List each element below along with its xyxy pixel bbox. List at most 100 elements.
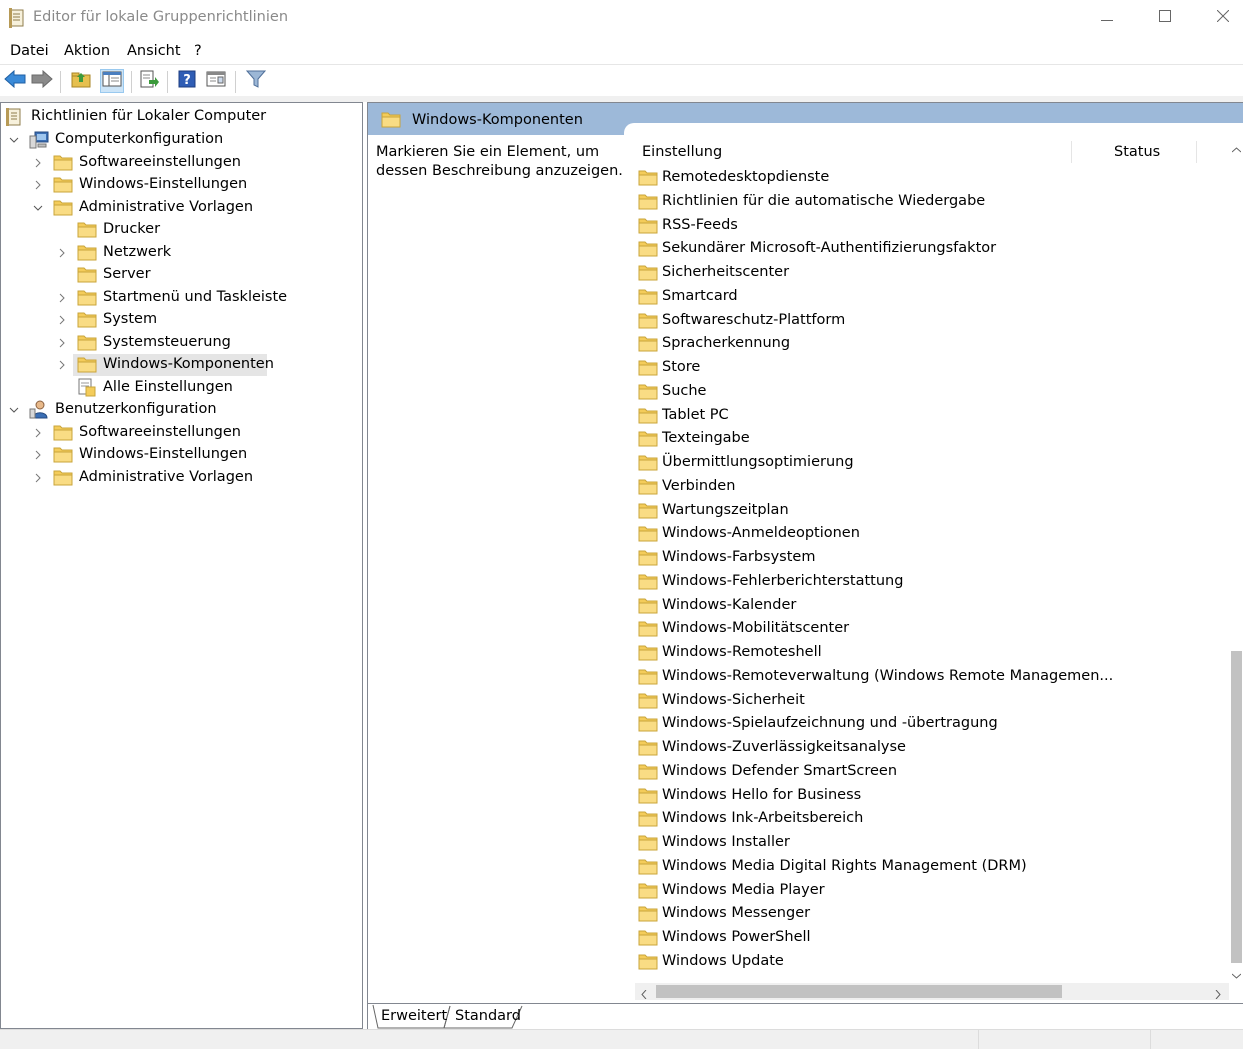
chevron-right-icon[interactable] — [57, 315, 67, 325]
tree-item-drucker[interactable]: Drucker — [5, 219, 355, 241]
scroll-right-icon[interactable] — [1215, 987, 1221, 1003]
scroll-down-icon[interactable] — [1231, 967, 1242, 983]
help-button[interactable]: ? — [175, 69, 199, 93]
tree-item-systemsteuerung[interactable]: Systemsteuerung — [5, 332, 355, 354]
menu-aktion[interactable]: Aktion — [64, 43, 110, 59]
chevron-right-icon[interactable] — [57, 248, 67, 258]
menu-ansicht[interactable]: Ansicht — [127, 43, 181, 59]
folder-icon — [638, 383, 658, 404]
tree-item-computerkonfiguration[interactable]: Computerkonfiguration — [5, 129, 355, 151]
filter-button[interactable] — [244, 69, 268, 93]
list-item-label: Richtlinien für die automatische Wiederg… — [662, 193, 986, 209]
tree-item-user-softwareeinstellungen[interactable]: Softwareeinstellungen — [5, 422, 355, 444]
close-button[interactable] — [1194, 0, 1243, 36]
folder-icon — [638, 288, 658, 309]
chevron-right-icon[interactable] — [57, 360, 67, 370]
folder-icon — [638, 810, 658, 831]
tree-root[interactable]: Richtlinien für Lokaler Computer — [5, 106, 355, 128]
list-item-label: Windows Update — [662, 953, 784, 969]
folder-icon — [638, 905, 658, 926]
tree-item-comp-softwareeinstellungen[interactable]: Softwareeinstellungen — [5, 152, 355, 174]
column-header: Einstellung Status — [636, 139, 1230, 165]
folder-icon — [53, 199, 73, 220]
tree-pane[interactable]: Richtlinien für Lokaler Computer Compute… — [0, 102, 363, 1029]
tree-item-user-windows-einstellungen[interactable]: Windows-Einstellungen — [5, 444, 355, 466]
tree-item-comp-windows-einstellungen[interactable]: Windows-Einstellungen — [5, 174, 355, 196]
folder-icon — [638, 217, 658, 238]
list-item-label: Windows-Zuverlässigkeitsanalyse — [662, 739, 906, 755]
tree-label: Windows-Komponenten — [103, 356, 274, 372]
folder-icon — [638, 359, 658, 380]
scroll-left-icon[interactable] — [641, 987, 647, 1003]
tree-label: System — [103, 311, 158, 327]
chevron-down-icon[interactable] — [9, 135, 19, 145]
list-item-label: Windows-Fehlerberichterstattung — [662, 573, 904, 589]
tree-label: Systemsteuerung — [103, 334, 231, 350]
forward-button[interactable] — [30, 69, 54, 93]
menu-datei[interactable]: Datei — [10, 43, 49, 59]
chevron-right-icon[interactable] — [33, 158, 43, 168]
back-button[interactable] — [3, 69, 27, 93]
column-header-status[interactable]: Status — [1114, 144, 1160, 160]
folder-icon — [638, 763, 658, 784]
folder-icon — [638, 597, 658, 618]
scroll-up-icon[interactable] — [1231, 141, 1242, 157]
tab-erweitert[interactable]: Erweitert — [381, 1008, 447, 1024]
menu-help[interactable]: ? — [194, 43, 202, 59]
export-list-button[interactable] — [137, 69, 161, 93]
up-button[interactable] — [69, 69, 93, 93]
tree-item-windows-komponenten[interactable]: Windows-Komponenten — [5, 354, 355, 376]
chevron-right-icon[interactable] — [57, 293, 67, 303]
up-folder-icon — [71, 70, 91, 92]
folder-icon — [638, 644, 658, 665]
chevron-right-icon[interactable] — [33, 180, 43, 190]
folder-icon — [638, 407, 658, 428]
list-item-label: Texteingabe — [662, 430, 750, 446]
list-item-label: Remotedesktopdienste — [662, 169, 830, 185]
help-icon: ? — [178, 70, 196, 92]
tree-item-benutzerkonfiguration[interactable]: Benutzerkonfiguration — [5, 399, 355, 421]
tree-item-comp-administrative-vorlagen[interactable]: Administrative Vorlagen — [5, 197, 355, 219]
tree-item-user-administrative-vorlagen[interactable]: Administrative Vorlagen — [5, 467, 355, 489]
column-divider[interactable] — [1071, 141, 1072, 163]
vertical-scroll-thumb[interactable] — [1231, 651, 1242, 963]
filter-icon — [245, 70, 267, 92]
show-hide-tree-button[interactable] — [100, 69, 124, 93]
tree-label: Administrative Vorlagen — [79, 199, 254, 215]
folder-icon — [638, 240, 658, 261]
chevron-down-icon[interactable] — [33, 203, 43, 213]
tree-item-startmenue[interactable]: Startmenü und Taskleiste — [5, 287, 355, 309]
tab-standard[interactable]: Standard — [455, 1008, 521, 1024]
details-pane: Windows-Komponenten Markieren Sie ein El… — [367, 102, 1243, 1030]
properties-icon — [206, 71, 226, 91]
properties-button[interactable] — [204, 69, 228, 93]
column-header-einstellung[interactable]: Einstellung — [642, 144, 722, 160]
list-item-label: Sicherheitscenter — [662, 264, 790, 280]
toolbar-separator — [131, 71, 132, 93]
chevron-down-icon[interactable] — [9, 405, 19, 415]
chevron-right-icon[interactable] — [33, 450, 43, 460]
chevron-right-icon[interactable] — [33, 473, 43, 483]
tree-label-computerkonfiguration: Computerkonfiguration — [55, 131, 224, 147]
chevron-right-icon[interactable] — [33, 428, 43, 438]
tree-item-alle-einstellungen[interactable]: Alle Einstellungen — [5, 377, 355, 399]
minimize-button[interactable] — [1078, 0, 1136, 36]
toolbar-separator — [235, 71, 236, 93]
horizontal-scroll-thumb[interactable] — [656, 985, 1062, 998]
tree-item-system[interactable]: System — [5, 309, 355, 331]
folder-icon — [638, 573, 658, 594]
tree-item-server[interactable]: Server — [5, 264, 355, 286]
horizontal-scrollbar[interactable] — [635, 983, 1229, 1000]
details-header: Windows-Komponenten — [368, 103, 1243, 135]
folder-icon — [638, 882, 658, 903]
maximize-button[interactable] — [1136, 0, 1194, 36]
list-item-label: Windows-Farbsystem — [662, 549, 816, 565]
column-divider[interactable] — [1196, 141, 1197, 163]
list-item-label: Spracherkennung — [662, 335, 791, 351]
folder-icon — [638, 858, 658, 879]
chevron-right-icon[interactable] — [57, 338, 67, 348]
tree-item-netzwerk[interactable]: Netzwerk — [5, 242, 355, 264]
vertical-scrollbar[interactable] — [1229, 135, 1243, 985]
tree-label: Drucker — [103, 221, 161, 237]
svg-text:?: ? — [183, 73, 191, 88]
